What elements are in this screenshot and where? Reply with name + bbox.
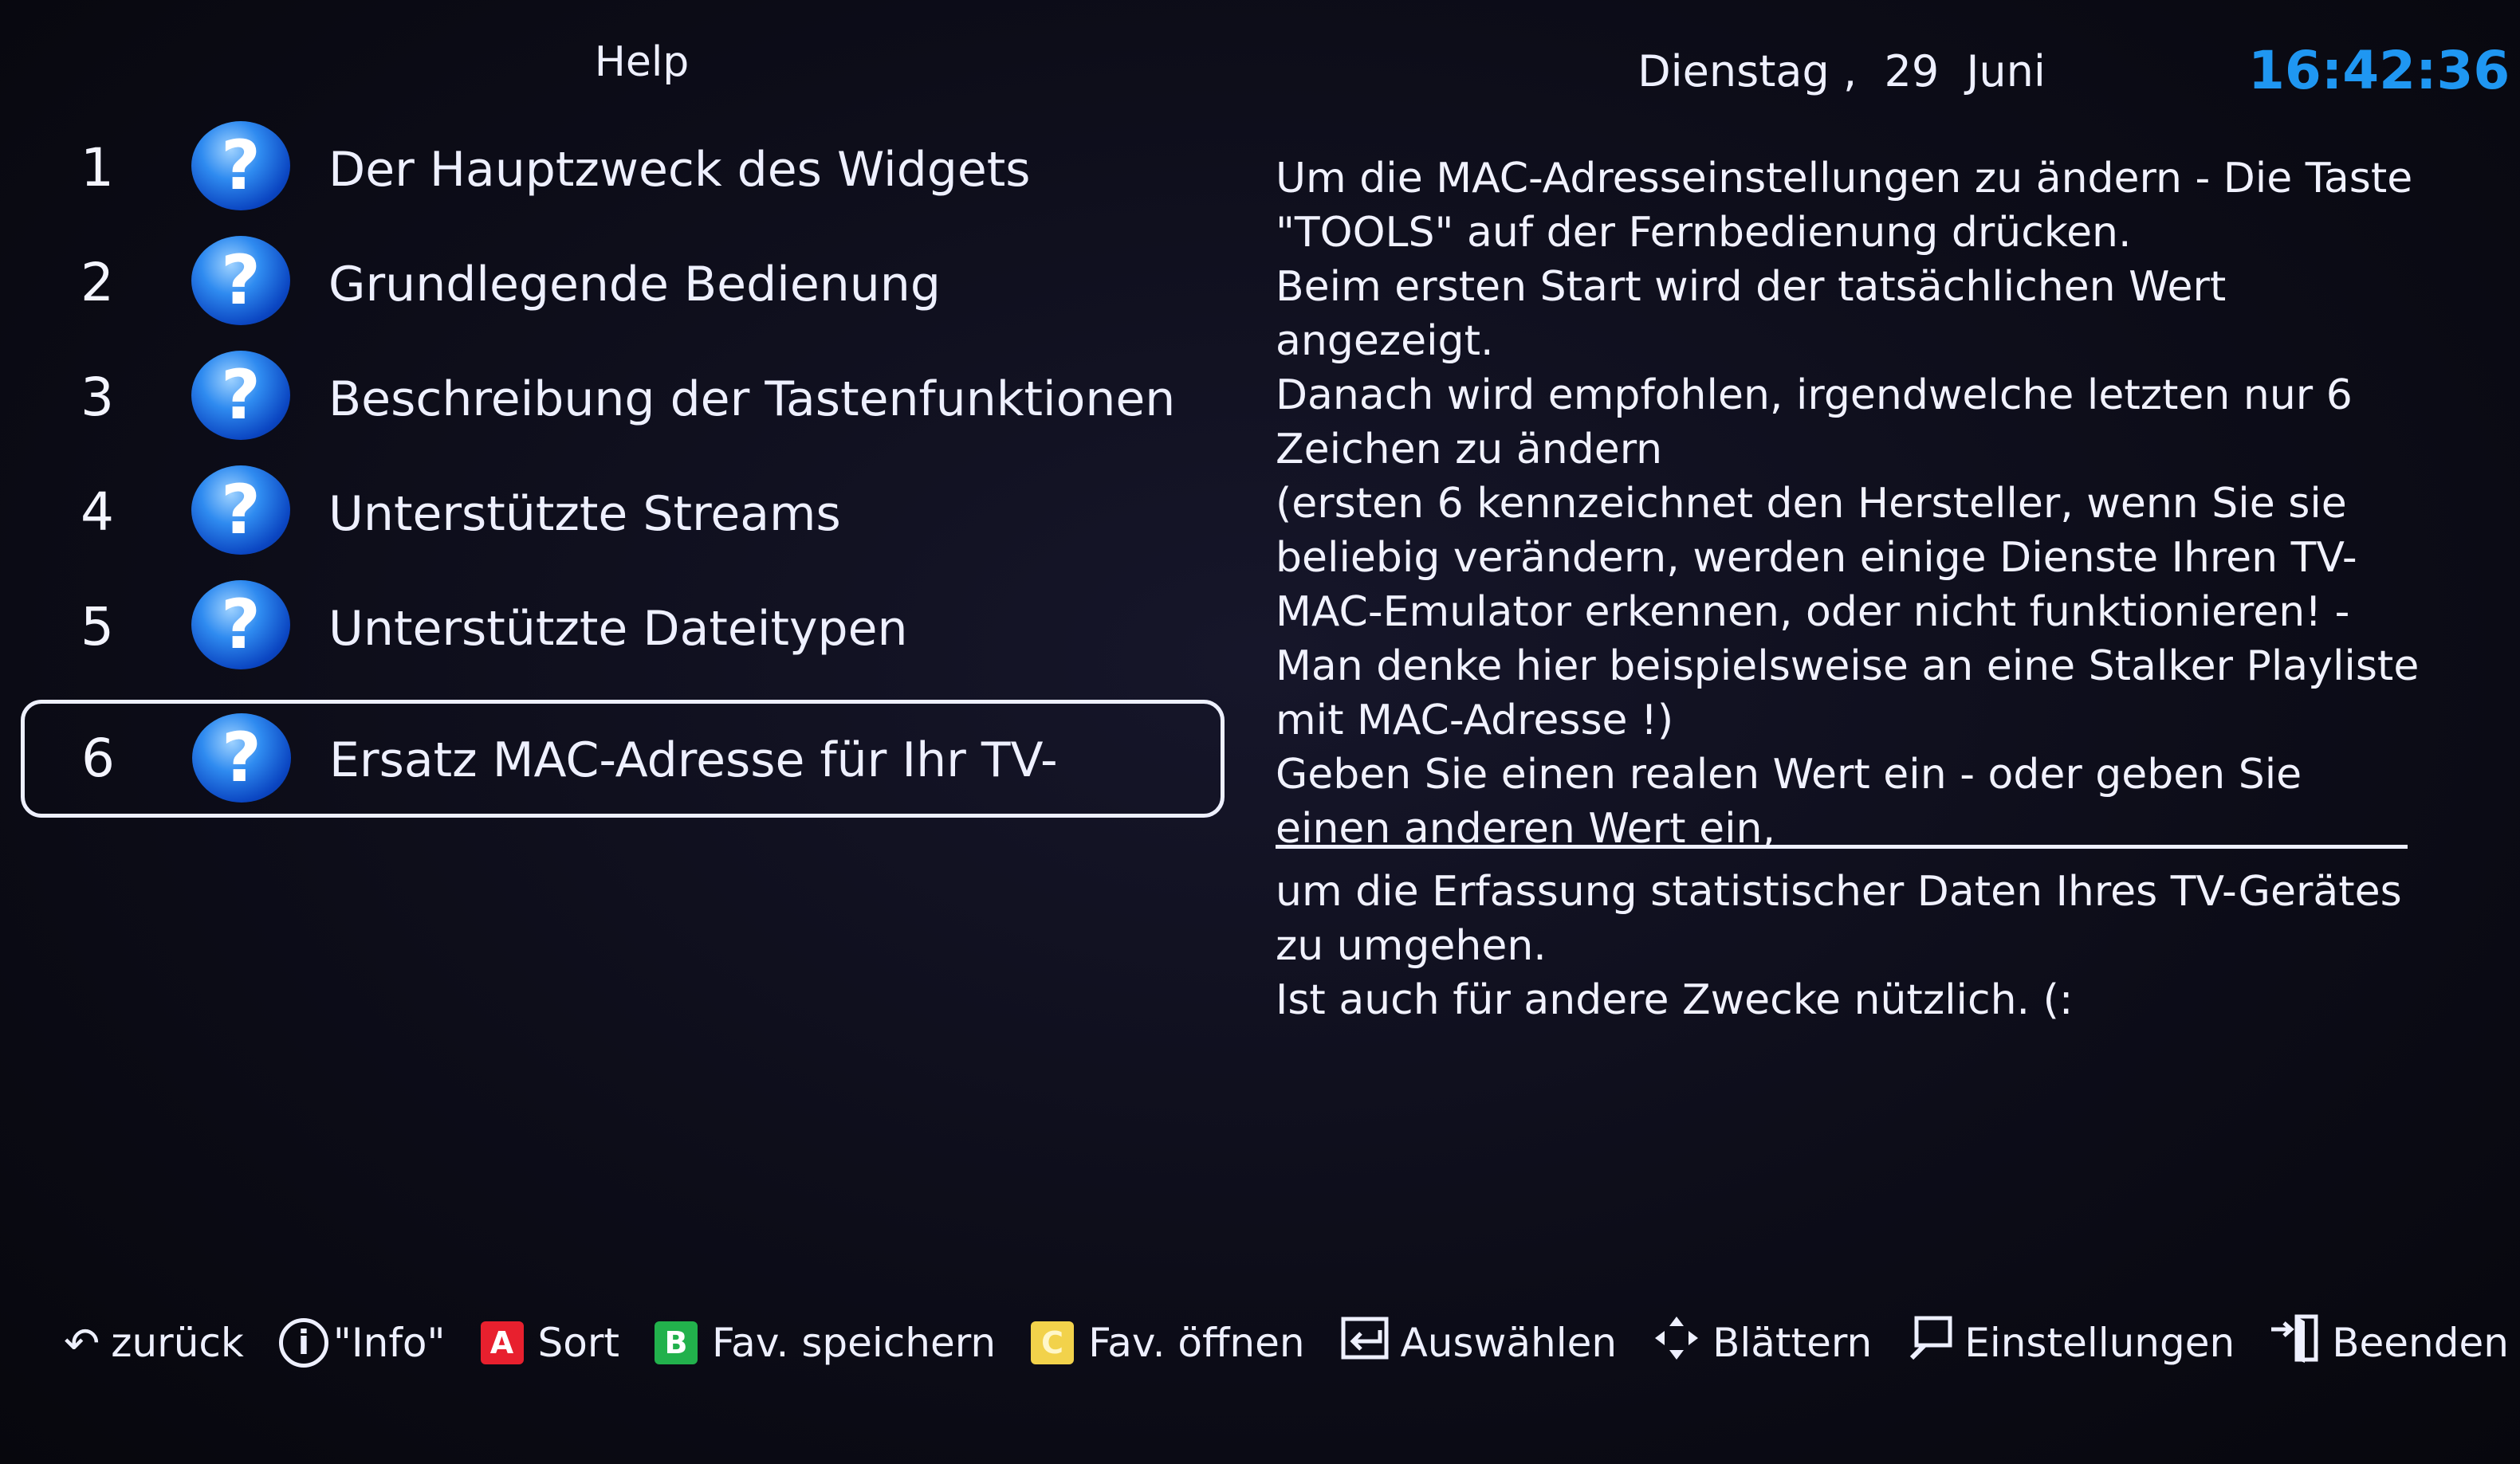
clock-display: 16:42:36 — [2248, 40, 2510, 101]
scroll-label: Blättern — [1712, 1320, 1873, 1366]
description-paragraph: Ist auch für andere Zwecke nützlich. (: — [1276, 976, 2074, 1024]
question-mark-icon: ? — [192, 713, 291, 803]
question-mark-icon: ? — [191, 236, 290, 325]
fav-open-label: Fav. öffnen — [1088, 1320, 1305, 1366]
select-hint[interactable]: Auswählen — [1340, 1316, 1618, 1371]
question-mark-icon: ? — [191, 465, 290, 555]
topic-label: Der Hauptzweck des Widgets — [328, 142, 1031, 198]
exit-hint[interactable]: Beenden — [2270, 1312, 2509, 1375]
fav-save-label: Fav. speichern — [712, 1320, 997, 1366]
scroll-hint[interactable]: Blättern — [1652, 1313, 1872, 1373]
description-divider — [1276, 845, 2408, 849]
help-topic-item-2[interactable]: 2 ? Grundlegende Bedienung — [24, 226, 1220, 340]
description-paragraph: um die Erfassung statistischer Daten Ihr… — [1276, 868, 2402, 970]
page-title: Help — [594, 38, 690, 86]
select-label: Auswählen — [1400, 1320, 1618, 1366]
fav-open-hint[interactable]: C Fav. öffnen — [1031, 1320, 1305, 1366]
description-paragraph: Um die MAC-Adresseinstellungen zu ändern… — [1276, 155, 2413, 257]
description-paragraph: (ersten 6 kennzeichnet den Hersteller, w… — [1276, 480, 2420, 744]
topic-label: Unterstützte Streams — [328, 486, 841, 542]
help-description-continued: um die Erfassung statistischer Daten Ihr… — [1276, 865, 2424, 1027]
topic-number: 5 — [81, 596, 114, 657]
topic-label: Unterstützte Dateitypen — [328, 601, 908, 657]
footer-key-hints: ↶ zurück i "Info" A Sort B Fav. speicher… — [64, 1307, 2509, 1379]
enter-icon — [1340, 1316, 1390, 1371]
tools-icon — [1907, 1315, 1953, 1372]
info-icon: i — [278, 1318, 328, 1368]
help-topic-item-6-selected[interactable]: 6 ? Ersatz MAC-Adresse für Ihr TV- — [21, 700, 1225, 818]
settings-label: Einstellungen — [1964, 1320, 2235, 1366]
info-label: "Info" — [332, 1320, 446, 1366]
description-paragraph: Beim ersten Start wird der tatsächlichen… — [1276, 263, 2227, 365]
exit-label: Beenden — [2332, 1320, 2509, 1366]
help-description: Um die MAC-Adresseinstellungen zu ändern… — [1276, 151, 2424, 856]
topic-number: 2 — [81, 252, 114, 313]
back-arrow-icon: ↶ — [64, 1317, 100, 1368]
settings-hint[interactable]: Einstellungen — [1907, 1315, 2235, 1372]
sort-label: Sort — [537, 1320, 620, 1366]
green-key-icon: B — [655, 1321, 698, 1364]
yellow-key-icon: C — [1031, 1321, 1075, 1364]
fav-save-hint[interactable]: B Fav. speichern — [655, 1320, 996, 1366]
description-paragraph: Geben Sie einen realen Wert ein - oder g… — [1276, 751, 2302, 853]
description-paragraph: Danach wird empfohlen, irgendwelche letz… — [1276, 371, 2353, 473]
topic-label: Ersatz MAC-Adresse für Ihr TV- — [329, 732, 1058, 788]
topic-number: 1 — [81, 137, 114, 198]
question-mark-icon: ? — [191, 121, 290, 210]
question-mark-icon: ? — [191, 580, 290, 669]
topic-number: 3 — [81, 367, 114, 428]
back-hint[interactable]: ↶ zurück — [64, 1318, 244, 1368]
topic-number: 6 — [81, 728, 115, 789]
sort-hint[interactable]: A Sort — [480, 1320, 620, 1366]
help-topic-item-4[interactable]: 4 ? Unterstützte Streams — [24, 456, 1220, 569]
topic-label: Beschreibung der Tastenfunktionen — [328, 371, 1176, 427]
back-label: zurück — [111, 1320, 244, 1366]
topic-number: 4 — [81, 481, 114, 543]
date-display: Dienstag , 29 Juni — [1637, 46, 2046, 96]
help-topic-item-1[interactable]: 1 ? Der Hauptzweck des Widgets — [24, 112, 1220, 225]
help-topic-item-3[interactable]: 3 ? Beschreibung der Tastenfunktionen — [24, 341, 1220, 454]
topic-label: Grundlegende Bedienung — [328, 257, 941, 312]
dpad-icon — [1652, 1313, 1701, 1373]
question-mark-icon: ? — [191, 351, 290, 440]
exit-icon — [2270, 1312, 2321, 1375]
red-key-icon: A — [480, 1321, 524, 1364]
help-topic-item-5[interactable]: 5 ? Unterstützte Dateitypen — [24, 571, 1220, 684]
info-hint[interactable]: i "Info" — [278, 1318, 446, 1368]
